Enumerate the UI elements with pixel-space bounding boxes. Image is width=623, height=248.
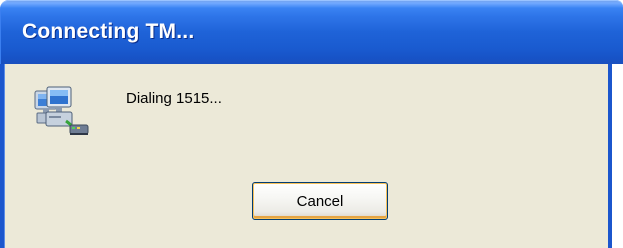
title-bar[interactable]: Connecting TM... xyxy=(0,0,623,64)
dialog-body xyxy=(0,64,612,248)
connecting-dialog: Connecting TM... Dialing 1515... Cancel xyxy=(0,0,623,248)
background-strip xyxy=(612,64,623,248)
frame-shade xyxy=(4,64,5,248)
network-computers-icon xyxy=(34,86,89,135)
dialing-status-text: Dialing 1515... xyxy=(126,90,222,107)
title-bar-highlight xyxy=(0,0,623,8)
window-title: Connecting TM... xyxy=(22,20,195,43)
cancel-button[interactable]: Cancel xyxy=(252,182,388,220)
